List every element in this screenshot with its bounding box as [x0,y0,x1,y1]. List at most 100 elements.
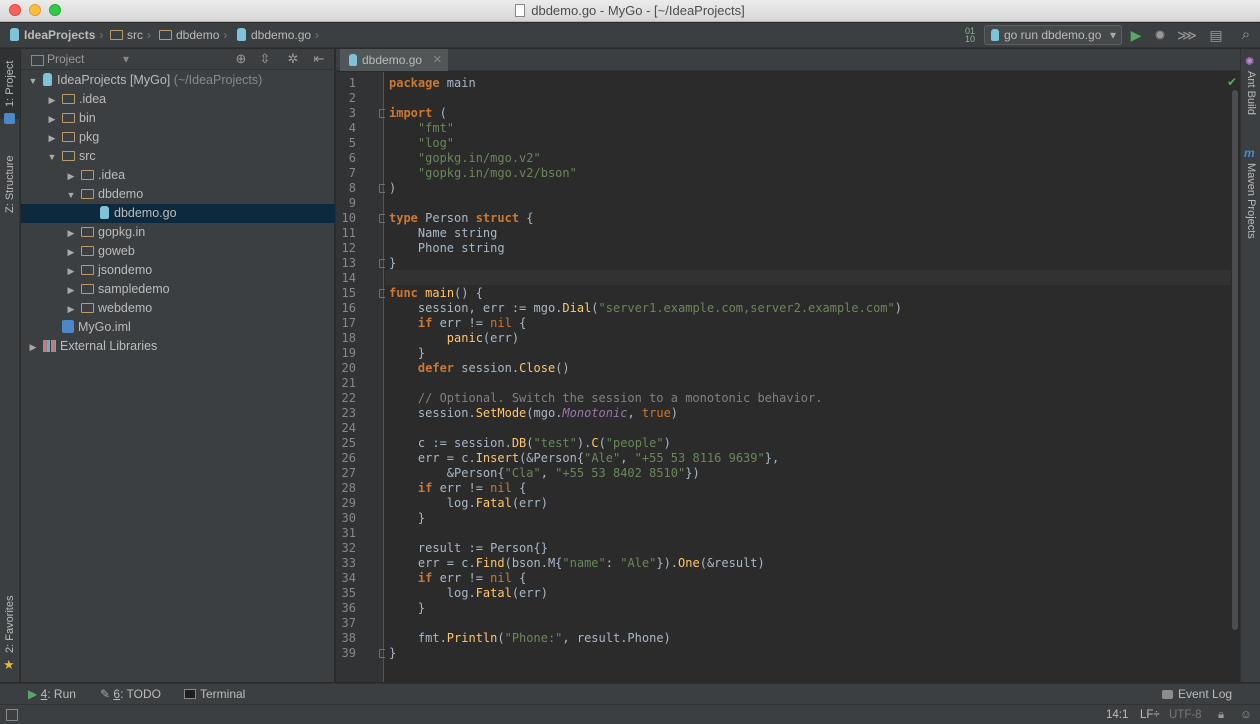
close-tab-icon[interactable]: ✕ [433,49,442,71]
tree-item[interactable]: ▶ sampledemo [21,280,335,299]
line-number: 15 [341,286,356,300]
debug-icon[interactable]: ✹ [1152,27,1168,43]
go-file-icon [237,28,246,41]
folder-icon [110,30,123,40]
code-line: result := Person{} [389,541,548,555]
code-editor[interactable]: package main import ( "fmt" "log" "gopkg.… [385,72,1231,682]
expand-right-icon[interactable]: ▶ [65,167,77,186]
gear-icon[interactable]: ✲ [285,51,301,67]
code-line: c := session.DB("test").C("people") [389,436,671,450]
expand-right-icon[interactable]: ▶ [65,281,77,300]
tab-project[interactable]: 1: Project [0,49,20,119]
project-view-select[interactable]: Project [29,51,129,68]
module-icon [43,73,52,86]
project-structure-icon[interactable]: ▤ [1208,27,1224,43]
folder-icon [81,265,94,275]
folder-icon [81,170,94,180]
expand-down-icon[interactable]: ▼ [65,186,77,205]
expand-right-icon[interactable]: ▶ [27,338,39,357]
tab-structure[interactable]: Z: Structure [0,139,20,229]
locate-icon[interactable]: ⊕ [233,51,249,67]
lock-icon[interactable]: 🔒︎ [1218,705,1224,724]
left-tool-strip: 1: Project Z: Structure 2: Favorites ★ [0,49,20,682]
tool-windows-icon[interactable] [6,709,18,721]
run-icon[interactable]: ▶ [1128,27,1144,43]
tree-item[interactable]: ▶ bin [21,109,335,128]
go-file-icon [349,54,357,66]
collapse-all-icon[interactable]: ⇳ [257,51,273,67]
breadcrumb-src[interactable]: src › [110,23,151,48]
breadcrumb-file[interactable]: dbdemo.go › [237,23,319,48]
tree-item[interactable]: ▶ webdemo [21,299,335,318]
code-line: panic(err) [446,331,520,345]
minimize-window-button[interactable] [29,4,41,16]
tree-item-label: sampledemo [98,282,170,296]
breadcrumb-project[interactable]: IdeaProjects › [10,23,103,48]
tree-item[interactable]: ▼ IdeaProjects [MyGo] (~/IdeaProjects) [21,71,335,90]
tree-item[interactable]: ▼ dbdemo [21,185,335,204]
code-line: log.Fatal(err) [389,586,548,600]
code-line: "gopkg.in/mgo.v2/bson" [417,166,577,180]
todo-icon: ✎ [100,687,111,701]
run-tool-button[interactable]: ▶ 4: Run [28,684,76,705]
expand-right-icon[interactable]: ▶ [46,129,58,148]
tree-item[interactable]: dbdemo.go [21,204,335,223]
terminal-icon [184,689,196,699]
file-encoding[interactable]: UTF-8 [1169,705,1202,724]
inspector-icon[interactable]: ☺ [1240,705,1252,724]
tab-ant-build[interactable]: Ant Build [1241,71,1260,131]
code-line: if err != nil { [417,571,527,585]
editor-tab-bar: dbdemo.go ✕ [336,49,1240,71]
tree-item[interactable]: ▼ src [21,147,335,166]
line-number: 6 [348,151,356,165]
line-separator[interactable]: LF÷ [1140,705,1160,724]
folder-icon [62,113,75,123]
tree-item[interactable]: MyGo.iml [21,318,335,337]
search-icon[interactable]: ⌕ [1238,27,1254,43]
code-line: fmt.Println("Phone:", result.Phone) [389,631,671,645]
expand-down-icon[interactable]: ▼ [27,72,39,91]
tree-item-path: (~/IdeaProjects) [170,73,263,87]
caret-row-highlight [385,270,1231,285]
caret-position[interactable]: 14:1 [1106,705,1128,724]
binary-icon[interactable]: 01 10 [962,27,978,44]
line-number: 32 [341,541,356,555]
breadcrumb-dbdemo[interactable]: dbdemo › [159,23,227,48]
tree-item-label: External Libraries [60,339,158,353]
window-title: dbdemo.go - MyGo - [~/IdeaProjects] [531,3,745,18]
line-number: 34 [341,571,356,585]
line-number: 25 [341,436,356,450]
line-number: 20 [341,361,356,375]
tree-item[interactable]: ▶ pkg [21,128,335,147]
coverage-icon[interactable]: ⋙ [1177,27,1197,43]
expand-right-icon[interactable]: ▶ [46,110,58,129]
tree-item[interactable]: ▶ .idea [21,90,335,109]
tree-item[interactable]: ▶ goweb [21,242,335,261]
expand-down-icon[interactable]: ▼ [46,148,58,167]
editor-scrollbar[interactable] [1232,90,1238,630]
code-line: } [389,346,426,360]
expand-right-icon[interactable]: ▶ [65,262,77,281]
expand-right-icon[interactable]: ▶ [65,300,77,319]
tree-item[interactable]: ▶ .idea [21,166,335,185]
folder-icon [81,189,94,199]
tree-item[interactable]: ▶ gopkg.in [21,223,335,242]
event-log-button[interactable]: Event Log [1162,684,1232,705]
maximize-window-button[interactable] [49,4,61,16]
line-number: 21 [341,376,356,390]
tab-dbdemo-go[interactable]: dbdemo.go ✕ [340,49,448,71]
expand-right-icon[interactable]: ▶ [65,224,77,243]
expand-right-icon[interactable]: ▶ [46,91,58,110]
tree-item[interactable]: ▶ External Libraries [21,337,335,356]
tab-favorites[interactable]: 2: Favorites [0,579,20,669]
expand-right-icon[interactable]: ▶ [65,243,77,262]
close-window-button[interactable] [9,4,21,16]
terminal-tool-button[interactable]: Terminal [184,684,245,705]
hide-panel-icon[interactable]: ⇤ [311,51,327,67]
run-configuration-select[interactable]: go run dbdemo.go ▾ [984,25,1122,45]
tree-item[interactable]: ▶ jsondemo [21,261,335,280]
line-number: 29 [341,496,356,510]
tree-item-label: pkg [79,130,100,144]
tab-maven-projects[interactable]: Maven Projects [1241,163,1260,263]
todo-tool-button[interactable]: ✎ 6: TODO [100,684,161,705]
